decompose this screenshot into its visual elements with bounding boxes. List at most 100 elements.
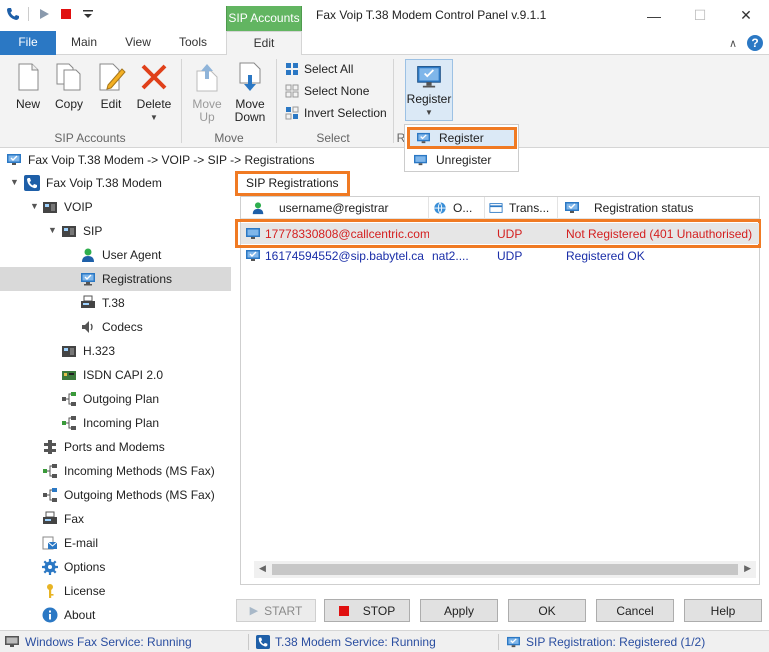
outgoing-methods-icon bbox=[43, 488, 57, 502]
tree-item-outgoing-plan[interactable]: Outgoing Plan bbox=[61, 387, 159, 411]
incoming-methods-icon bbox=[43, 464, 57, 478]
minimize-icon[interactable]: — bbox=[631, 0, 677, 31]
register-monitor-icon bbox=[417, 66, 441, 88]
tree-item-about[interactable]: About bbox=[42, 603, 95, 627]
transport-card-icon bbox=[489, 203, 503, 213]
tree-item-sip[interactable]: SIP bbox=[61, 219, 102, 243]
register-dropdown-icon: ▼ bbox=[425, 108, 433, 117]
select-none-button[interactable]: Select None bbox=[285, 84, 369, 98]
key-icon bbox=[47, 584, 54, 598]
menu-item-unregister[interactable]: Unregister bbox=[407, 149, 517, 171]
column-header-username[interactable]: username@registrar bbox=[241, 197, 429, 219]
qa-separator bbox=[28, 7, 29, 21]
tree-item-label: User Agent bbox=[102, 248, 162, 262]
collapse-ribbon-icon[interactable]: ∧ bbox=[729, 37, 737, 50]
edit-button[interactable]: Edit bbox=[94, 61, 128, 111]
tab-main[interactable]: Main bbox=[64, 31, 104, 55]
breadcrumb: Fax Voip T.38 Modem -> VOIP -> SIP -> Re… bbox=[0, 149, 769, 170]
ok-button[interactable]: OK bbox=[508, 599, 586, 622]
move-up-label: Move Up bbox=[192, 97, 222, 124]
scroll-left-icon[interactable]: ◀ bbox=[259, 563, 266, 574]
tree-item-label: VOIP bbox=[64, 200, 93, 214]
tree-item-label: Incoming Methods (MS Fax) bbox=[64, 464, 215, 478]
tree-item-h323[interactable]: H.323 bbox=[61, 339, 115, 363]
tree-item-ports[interactable]: Ports and Modems bbox=[42, 435, 165, 459]
group-label-move: Move bbox=[214, 131, 244, 145]
start-label: START bbox=[264, 603, 303, 618]
cancel-label: Cancel bbox=[616, 603, 654, 618]
tree-item-user-agent[interactable]: User Agent bbox=[80, 243, 161, 267]
collapse-caret-icon[interactable]: ▼ bbox=[48, 225, 57, 235]
cell-username: 16174594552@sip.babytel.ca bbox=[241, 245, 429, 266]
registrations-monitor-icon bbox=[81, 273, 95, 286]
tab-file[interactable]: File bbox=[0, 31, 56, 55]
isdn-card-icon bbox=[62, 371, 76, 380]
edit-pencil-icon bbox=[99, 63, 126, 91]
tree-item-isdn[interactable]: ISDN CAPI 2.0 bbox=[61, 363, 163, 387]
tree-item-label: License bbox=[64, 584, 106, 598]
delete-button[interactable]: Delete ▼ bbox=[134, 61, 174, 124]
tab-view[interactable]: View bbox=[118, 31, 158, 55]
help-icon[interactable]: ? bbox=[747, 35, 763, 51]
collapse-caret-icon[interactable]: ▼ bbox=[10, 177, 19, 187]
user-icon bbox=[252, 202, 264, 215]
select-none-label: Select None bbox=[304, 84, 370, 98]
register-button[interactable]: Register ▼ bbox=[405, 59, 453, 121]
invert-selection-button[interactable]: Invert Selection bbox=[285, 106, 387, 120]
tree-item-license[interactable]: License bbox=[42, 579, 105, 603]
scroll-right-icon[interactable]: ▶ bbox=[744, 563, 751, 574]
tree-item-options[interactable]: Options bbox=[42, 555, 105, 579]
scrollbar-thumb[interactable] bbox=[272, 564, 738, 575]
tree-item-voip[interactable]: VOIP bbox=[42, 195, 93, 219]
tree-item-email[interactable]: E-mail bbox=[42, 531, 98, 555]
tree-item-incoming-plan[interactable]: Incoming Plan bbox=[61, 411, 159, 435]
column-header-status[interactable]: Registration status bbox=[558, 197, 758, 219]
globe-icon bbox=[434, 202, 446, 215]
collapse-caret-icon[interactable]: ▼ bbox=[30, 201, 39, 211]
table-row[interactable]: 16174594552@sip.babytel.ca nat2.... UDP … bbox=[241, 245, 759, 266]
play-icon[interactable] bbox=[37, 7, 51, 21]
speaker-icon bbox=[82, 321, 93, 333]
tree-item-label: Incoming Plan bbox=[83, 416, 160, 430]
table-row[interactable]: 17778330808@callcentric.com UDP Not Regi… bbox=[241, 223, 759, 244]
tree-item-t38[interactable]: T.38 bbox=[80, 291, 125, 315]
unregistered-monitor-icon bbox=[246, 227, 260, 239]
horizontal-scrollbar[interactable]: ◀ ▶ bbox=[254, 561, 756, 578]
phone-icon[interactable] bbox=[6, 7, 20, 21]
cancel-button[interactable]: Cancel bbox=[596, 599, 674, 622]
tree-item-label: About bbox=[64, 608, 96, 622]
tree-item-outgoing-methods[interactable]: Outgoing Methods (MS Fax) bbox=[42, 483, 215, 507]
close-icon[interactable]: ✕ bbox=[723, 0, 769, 31]
tree-item-fax[interactable]: Fax bbox=[42, 507, 84, 531]
breadcrumb-text: Fax Voip T.38 Modem -> VOIP -> SIP -> Re… bbox=[28, 152, 315, 167]
menu-item-register-label: Register bbox=[439, 131, 484, 145]
tab-edit[interactable]: Edit bbox=[226, 31, 302, 56]
tree-item-codecs[interactable]: Codecs bbox=[80, 315, 143, 339]
tree-item-incoming-methods[interactable]: Incoming Methods (MS Fax) bbox=[42, 459, 215, 483]
menu-item-register[interactable]: Register bbox=[407, 127, 517, 149]
apply-button[interactable]: Apply bbox=[420, 599, 498, 622]
copy-button[interactable]: Copy bbox=[50, 61, 88, 111]
voip-phone-icon bbox=[43, 202, 57, 213]
select-all-button[interactable]: Select All bbox=[285, 62, 353, 76]
help-button[interactable]: Help bbox=[684, 599, 762, 622]
stop-button[interactable]: STOP bbox=[324, 599, 410, 622]
move-up-button[interactable]: Move Up bbox=[189, 61, 225, 124]
column-header-transport[interactable]: Trans... bbox=[485, 197, 558, 219]
invert-selection-icon bbox=[285, 106, 299, 120]
cell-o bbox=[429, 223, 485, 244]
customize-dropdown-icon[interactable] bbox=[81, 7, 95, 21]
stop-icon[interactable] bbox=[59, 7, 73, 21]
maximize-icon[interactable]: ☐ bbox=[677, 0, 723, 31]
monitor-icon bbox=[7, 153, 21, 165]
new-button[interactable]: New bbox=[10, 61, 46, 111]
tree-item-root[interactable]: Fax Voip T.38 Modem bbox=[24, 171, 162, 195]
group-label-sip-accounts: SIP Accounts bbox=[54, 131, 126, 145]
main-panel: SIP Registrations username@registrar O..… bbox=[232, 170, 769, 628]
copy-icon bbox=[56, 63, 81, 91]
tree-item-registrations[interactable]: Registrations bbox=[0, 267, 231, 291]
start-button[interactable]: ▶ START bbox=[236, 599, 316, 622]
tab-tools[interactable]: Tools bbox=[172, 31, 214, 55]
column-header-o[interactable]: O... bbox=[429, 197, 485, 219]
move-down-button[interactable]: Move Down bbox=[230, 61, 270, 124]
